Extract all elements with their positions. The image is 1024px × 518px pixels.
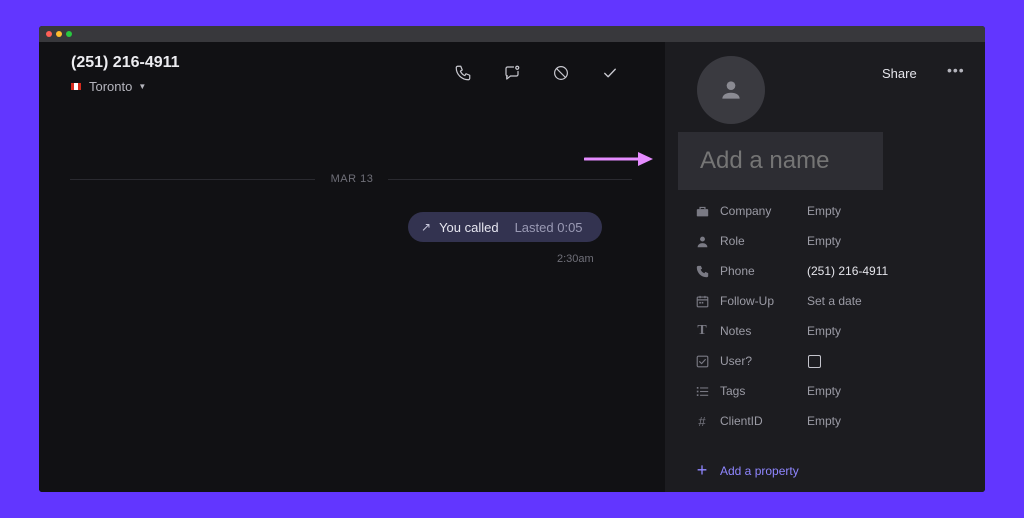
checkmark-icon xyxy=(604,68,616,78)
block-icon xyxy=(554,66,568,80)
location-selector[interactable]: Toronto ▼ xyxy=(71,79,146,94)
property-value[interactable]: Empty xyxy=(807,414,841,428)
zoom-window-button[interactable] xyxy=(66,31,72,37)
property-row-phone[interactable]: Phone (251) 216-4911 xyxy=(665,260,985,282)
property-row-follow-up[interactable]: Follow-Up Set a date xyxy=(665,290,985,312)
property-row-company[interactable]: Company Empty xyxy=(665,200,985,222)
add-property-label: Add a property xyxy=(720,463,799,478)
contact-panel: Share ••• Company Empty Role Empty Phone… xyxy=(665,42,985,492)
checkbox-icon xyxy=(695,354,709,368)
calendar-icon xyxy=(695,294,709,308)
contact-name-input[interactable] xyxy=(698,146,882,176)
chevron-down-icon: ▼ xyxy=(138,82,147,91)
avatar[interactable] xyxy=(697,56,765,124)
call-button[interactable] xyxy=(452,62,474,84)
call-timestamp: 2:30am xyxy=(557,253,594,265)
property-label: Role xyxy=(720,234,745,248)
contact-name-field[interactable] xyxy=(678,132,883,190)
property-value[interactable]: Empty xyxy=(807,324,841,338)
hash-icon: # xyxy=(698,413,706,429)
property-row-notes[interactable]: T Notes Empty xyxy=(665,320,985,342)
message-button[interactable] xyxy=(501,62,523,84)
text-icon: T xyxy=(697,323,707,338)
property-label: Notes xyxy=(720,324,752,338)
share-button[interactable]: Share xyxy=(882,66,917,81)
call-duration: Lasted 0:05 xyxy=(514,219,583,235)
property-value[interactable]: (251) 216-4911 xyxy=(807,264,888,278)
minimize-window-button[interactable] xyxy=(56,31,62,37)
call-log-bubble[interactable]: ↗ You called Lasted 0:05 xyxy=(408,212,602,242)
date-divider-label: MAR 13 xyxy=(330,173,374,185)
user-checkbox[interactable] xyxy=(808,354,821,368)
property-row-role[interactable]: Role Empty xyxy=(665,230,985,252)
property-label: User? xyxy=(720,354,753,368)
annotation-arrow-icon xyxy=(584,152,653,166)
app-window: (251) 216-4911 Toronto ▼ MAR 13 ↗ You ca… xyxy=(39,26,985,492)
property-label: Follow-Up xyxy=(720,294,775,308)
property-label: Tags xyxy=(720,384,746,398)
mark-done-button[interactable] xyxy=(599,62,621,84)
location-label: Toronto xyxy=(89,79,133,94)
property-value[interactable]: Empty xyxy=(807,204,841,218)
property-row-tags[interactable]: Tags Empty xyxy=(665,380,985,402)
plus-icon: + xyxy=(696,460,708,480)
property-row-client-id[interactable]: # ClientID Empty xyxy=(665,410,985,432)
person-icon xyxy=(695,234,709,248)
add-property-button[interactable]: + Add a property xyxy=(695,460,799,481)
conversation-title: (251) 216-4911 xyxy=(71,54,180,71)
property-value[interactable]: Empty xyxy=(807,234,841,248)
property-value[interactable]: Empty xyxy=(807,384,841,398)
outgoing-arrow-icon: ↗ xyxy=(421,220,432,234)
property-label: ClientID xyxy=(720,414,763,428)
property-value[interactable]: Set a date xyxy=(807,294,862,308)
phone-icon xyxy=(455,65,471,81)
title-bar xyxy=(39,26,985,42)
property-label: Company xyxy=(720,204,772,218)
call-log-label: You called xyxy=(439,219,499,235)
conversation-pane: (251) 216-4911 Toronto ▼ MAR 13 ↗ You ca… xyxy=(39,42,665,492)
block-button[interactable] xyxy=(550,62,572,84)
chat-bubble-icon xyxy=(505,65,520,80)
list-icon xyxy=(695,384,709,398)
close-window-button[interactable] xyxy=(46,31,52,37)
more-options-button[interactable]: ••• xyxy=(947,62,965,78)
canada-flag-icon xyxy=(71,83,81,90)
person-placeholder-icon xyxy=(722,81,740,99)
property-label: Phone xyxy=(720,264,755,278)
phone-icon xyxy=(695,264,709,278)
briefcase-icon xyxy=(695,204,709,218)
property-row-user[interactable]: User? xyxy=(665,350,985,372)
